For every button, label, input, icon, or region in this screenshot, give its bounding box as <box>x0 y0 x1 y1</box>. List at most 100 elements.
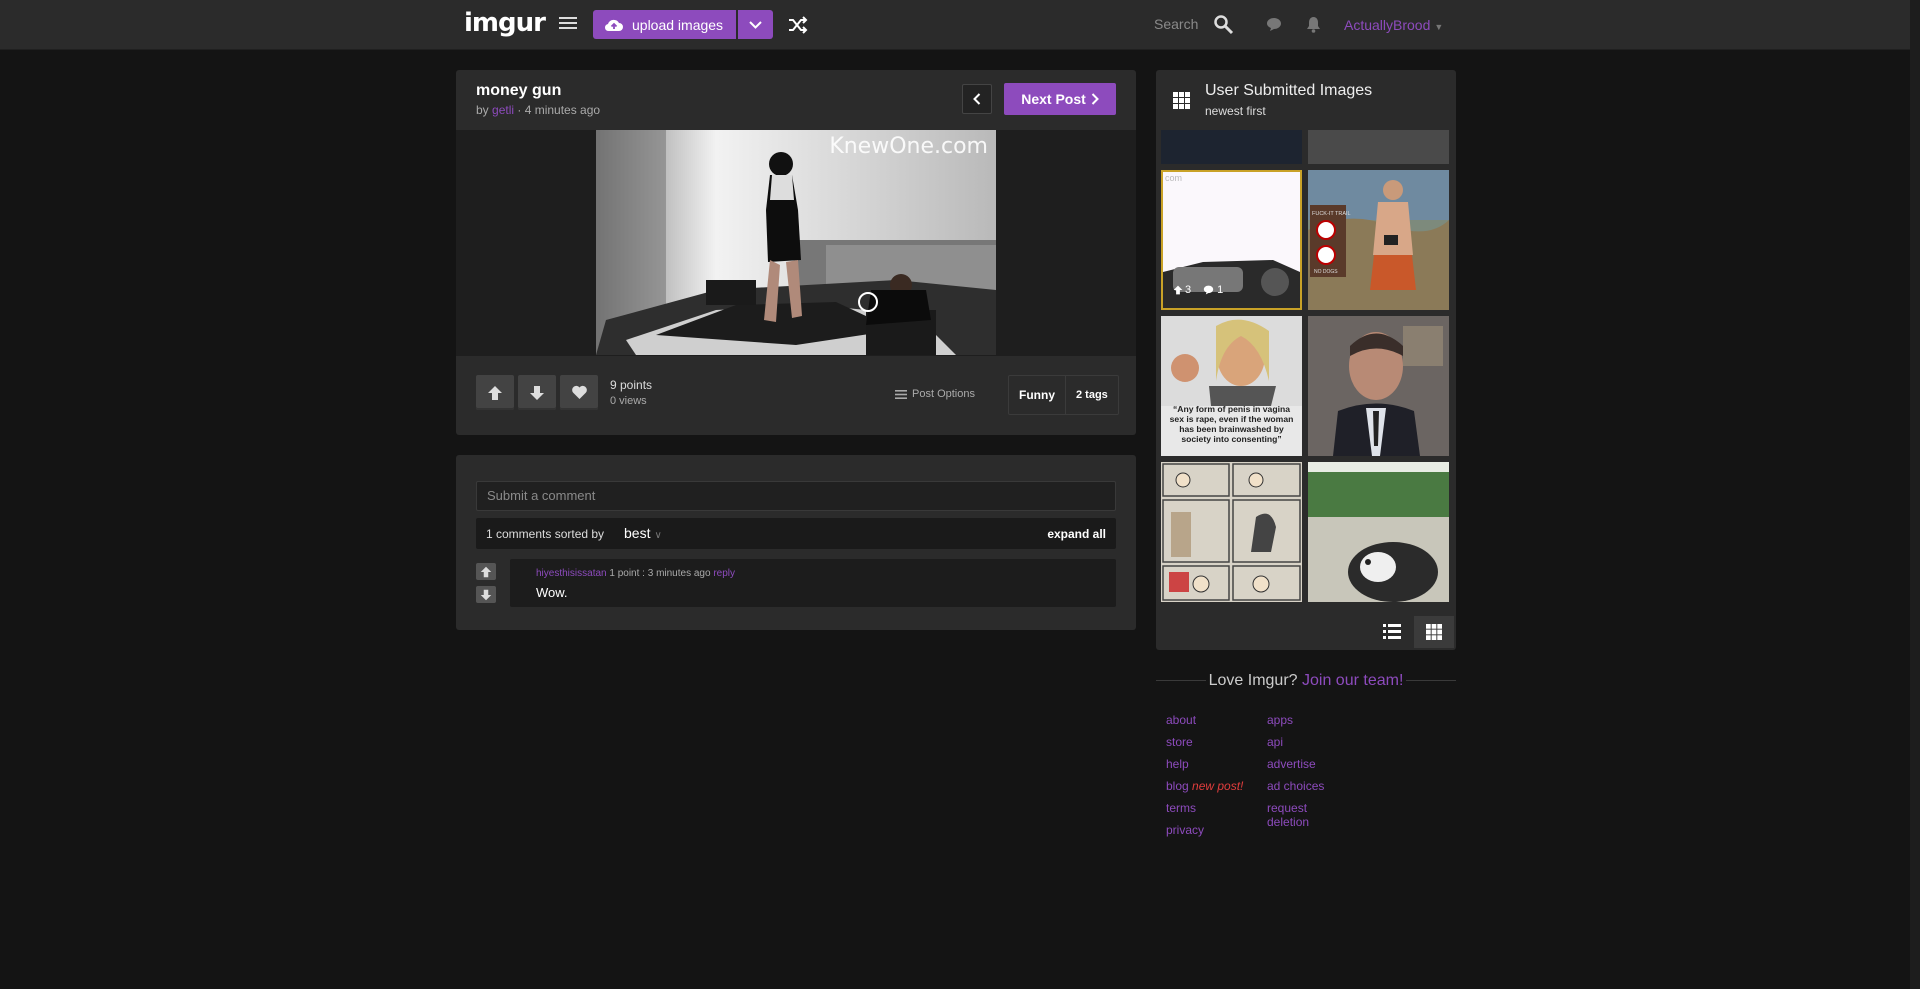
comment-item: hiyesthisissatan 1 point : 3 minutes ago… <box>510 559 1116 607</box>
grid-view-toggle[interactable] <box>1414 616 1454 648</box>
post-image-area: KnewOne.com <box>456 130 1136 356</box>
comments-panel: Submit a comment 1 comments sorted by be… <box>456 455 1136 630</box>
expand-all-button[interactable]: expand all <box>1047 527 1106 541</box>
arrow-down-icon <box>480 589 492 600</box>
post-meta: by getli · 4 minutes ago <box>476 103 600 117</box>
comic-strip-thumbnail-image <box>1161 462 1302 602</box>
next-post-label: Next Post <box>1021 91 1086 107</box>
post-panel: money gun by getli · 4 minutes ago Next … <box>456 70 1136 435</box>
gallery-thumbnail[interactable] <box>1308 130 1449 164</box>
gallery-thumbnail[interactable] <box>1308 462 1449 602</box>
thumbnail-stats: 3 1 <box>1173 284 1223 296</box>
favorite-button[interactable] <box>560 375 598 410</box>
upvote-button[interactable] <box>476 375 514 410</box>
footer-link-privacy[interactable]: privacy <box>1166 823 1204 837</box>
notifications-bell-icon[interactable] <box>1306 16 1321 33</box>
upload-images-label: upload images <box>632 16 724 33</box>
upload-images-button[interactable]: upload images <box>593 10 736 39</box>
footer-link-terms[interactable]: terms <box>1166 801 1196 815</box>
grid-icon[interactable] <box>1173 92 1190 109</box>
bedroom-photo-image: KnewOne.com <box>596 130 996 355</box>
gallery-thumbnail[interactable]: “Any form of penis in vagina sex is rape… <box>1161 316 1302 456</box>
comment-sort-dropdown[interactable]: best ∨ <box>624 525 662 541</box>
post-by-prefix: by <box>476 103 493 117</box>
new-post-badge: new post! <box>1192 779 1244 793</box>
gallery-thumbnail[interactable] <box>1308 316 1449 456</box>
chevron-down-icon: ∨ <box>654 530 662 541</box>
footer-link-advertise[interactable]: advertise <box>1267 757 1316 771</box>
gallery-sort-label: newest first <box>1205 104 1266 118</box>
arrow-up-icon <box>488 385 502 400</box>
gallery-thumbnail[interactable] <box>1308 607 1449 613</box>
post-image[interactable]: KnewOne.com <box>596 130 996 355</box>
trail-hiker-thumbnail-image: FUCK-IT TRAIL NO DOGS <box>1308 170 1449 310</box>
heart-icon <box>571 385 587 399</box>
arrow-up-icon <box>1173 285 1183 295</box>
search-input[interactable]: Search <box>1154 16 1198 32</box>
comment-downvote-button[interactable] <box>476 586 496 603</box>
post-views: 0 views <box>610 395 647 407</box>
footer-link-ad-choices[interactable]: ad choices <box>1267 779 1324 793</box>
post-tags: Funny 2 tags <box>1008 375 1119 415</box>
list-lines-icon <box>895 389 907 399</box>
post-points: 9 points <box>610 378 653 392</box>
user-account-menu[interactable]: ActuallyBrood ▼ <box>1344 17 1443 33</box>
gallery-title: User Submitted Images <box>1205 82 1373 99</box>
comment-upvote-button[interactable] <box>476 563 496 580</box>
gallery-thumbnail[interactable] <box>1161 462 1302 602</box>
footer-link-blog[interactable]: blog new post! <box>1166 779 1243 793</box>
footer-link-request-deletion[interactable]: request deletion <box>1267 801 1309 829</box>
upload-options-dropdown[interactable] <box>738 10 773 39</box>
user-submitted-gallery: User Submitted Images newest first com 3… <box>1156 70 1456 650</box>
sort-value: best <box>624 525 651 541</box>
sign-text: FUCK-IT TRAIL <box>1312 211 1351 217</box>
meme-quote-thumbnail-image: “Any form of penis in vagina sex is rape… <box>1161 316 1302 456</box>
sign-text-2: NO DOGS <box>1314 269 1338 275</box>
footer-link-api[interactable]: api <box>1267 735 1283 749</box>
top-navbar: imgur upload images Search ActuallyBrood… <box>0 0 1910 50</box>
meme-caption: “Any form of penis in vagina sex is rape… <box>1169 404 1294 444</box>
comment-reply-link[interactable]: reply <box>713 568 735 579</box>
list-view-icon <box>1383 624 1401 639</box>
footer-link-store[interactable]: store <box>1166 735 1193 749</box>
comment-text: Wow. <box>536 585 568 600</box>
gallery-thumbnail[interactable] <box>1161 130 1302 164</box>
comment-input[interactable]: Submit a comment <box>476 481 1116 511</box>
cat-thumbnail-image <box>1308 462 1449 602</box>
cloud-upload-icon <box>604 19 623 31</box>
grid-view-icon <box>1426 624 1442 640</box>
menu-icon[interactable] <box>559 17 577 31</box>
gray-thumbnail-image <box>1308 130 1449 164</box>
caret-down-icon: ▼ <box>1434 22 1444 32</box>
next-post-button[interactable]: Next Post <box>1004 83 1116 115</box>
arrow-up-icon <box>480 566 492 577</box>
list-view-toggle[interactable] <box>1372 616 1412 648</box>
post-time: · 4 minutes ago <box>514 103 601 117</box>
post-author-link[interactable]: getli <box>492 103 514 117</box>
imgur-logo[interactable]: imgur <box>464 8 546 38</box>
search-icon[interactable] <box>1213 14 1235 36</box>
messages-icon[interactable] <box>1266 17 1282 32</box>
gallery-thumbnail-selected[interactable]: com 3 1 <box>1161 170 1302 310</box>
thumbnail-comments: 1 <box>1217 284 1224 296</box>
thumb-partial-text: com <box>1165 173 1182 183</box>
join-our-team-link[interactable]: Join our team! <box>1302 672 1403 689</box>
comment-count-label: 1 comments sorted by <box>486 527 605 541</box>
comment-author-link[interactable]: hiyesthisissatan <box>536 568 607 579</box>
previous-post-button[interactable] <box>962 84 992 114</box>
downvote-button[interactable] <box>518 375 556 410</box>
random-shuffle-icon[interactable] <box>788 16 808 34</box>
footer-link-apps[interactable]: apps <box>1267 713 1293 727</box>
page-scrollbar[interactable] <box>1910 0 1920 989</box>
tag-funny[interactable]: Funny <box>1009 376 1065 414</box>
gallery-thumbnail[interactable] <box>1161 607 1302 613</box>
love-imgur-text: Love Imgur? <box>1208 672 1302 689</box>
post-options-button[interactable]: Post Options <box>895 388 975 400</box>
footer-link-help[interactable]: help <box>1166 757 1189 771</box>
gallery-thumbnail[interactable]: FUCK-IT TRAIL NO DOGS <box>1308 170 1449 310</box>
chevron-down-icon <box>749 20 762 29</box>
thumbnail-upvotes: 3 <box>1185 284 1192 296</box>
tags-count-button[interactable]: 2 tags <box>1065 376 1118 414</box>
footer-link-about[interactable]: about <box>1166 713 1196 727</box>
comment-bubble-icon <box>1203 285 1214 295</box>
